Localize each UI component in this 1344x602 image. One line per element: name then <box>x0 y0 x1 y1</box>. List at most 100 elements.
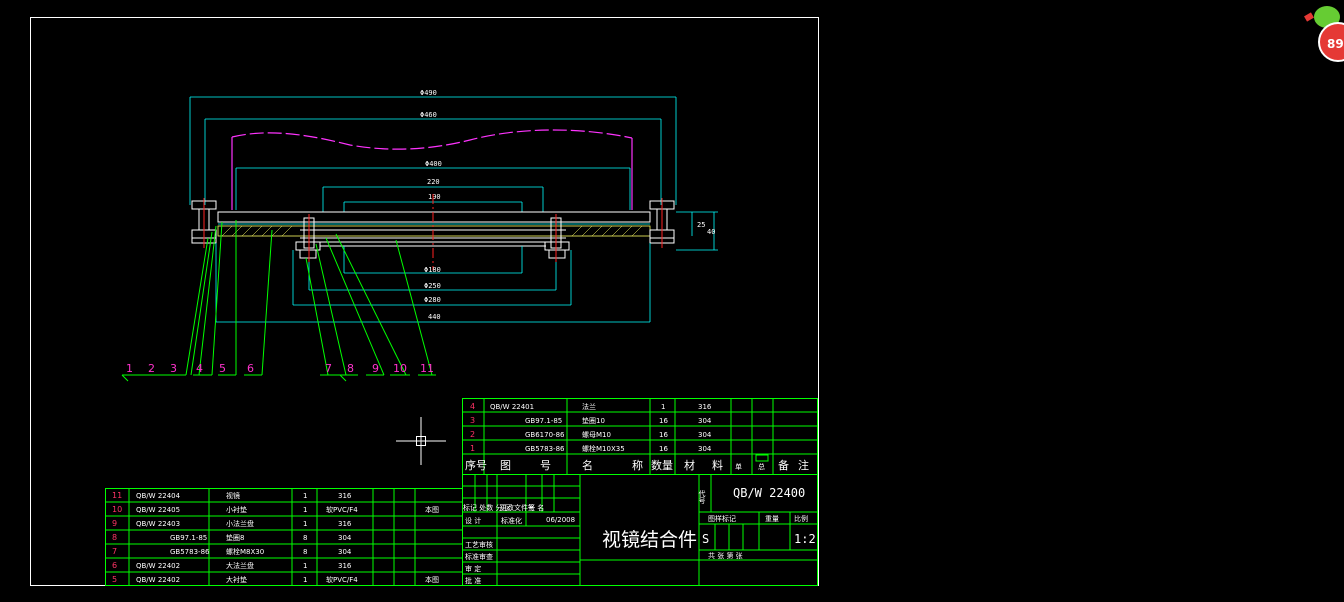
svg-text:304: 304 <box>338 534 352 542</box>
svg-text:1: 1 <box>303 506 307 514</box>
dim-220: 220 <box>427 178 440 186</box>
label-design: 设 计 <box>465 516 481 525</box>
list-item: 6 <box>112 561 117 570</box>
label-weight: 重量 <box>765 515 779 523</box>
svg-text:304: 304 <box>698 431 712 439</box>
list-item: 7 <box>112 547 117 556</box>
bom-header-code-b: 号 <box>540 459 551 472</box>
svg-text:大法兰盘: 大法兰盘 <box>226 561 254 570</box>
window-curve <box>231 129 633 150</box>
svg-text:QB/W 22405: QB/W 22405 <box>136 506 180 514</box>
bom-table-bottom[interactable] <box>105 488 463 586</box>
label-stage: 图样标记 <box>708 514 736 523</box>
svg-text:软PVC/F4: 软PVC/F4 <box>326 575 358 584</box>
svg-text:16: 16 <box>659 431 668 439</box>
label-check: 标准审查 <box>465 552 493 561</box>
svg-text:304: 304 <box>698 445 712 453</box>
dim-d180: Φ180 <box>424 266 441 274</box>
assembly-view[interactable]: Φ490 Φ460 Φ400 220 190 25 40 Φ180 Φ250 Φ… <box>121 89 718 382</box>
balloon-9: 9 <box>372 362 379 375</box>
dim-190: 190 <box>428 193 441 201</box>
svg-text:GB97.1-85: GB97.1-85 <box>170 534 207 542</box>
dim-d250: Φ250 <box>424 282 441 290</box>
list-item: 3 <box>470 416 475 425</box>
svg-text:16: 16 <box>659 417 668 425</box>
svg-text:QB/W 22401: QB/W 22401 <box>490 403 534 411</box>
list-item: 1 <box>470 444 475 453</box>
svg-text:小衬垫: 小衬垫 <box>226 505 247 514</box>
svg-text:螺栓M8X30: 螺栓M8X30 <box>226 547 264 556</box>
svg-text:螺母M10: 螺母M10 <box>582 430 611 439</box>
bom-header-mat-b: 料 <box>712 458 723 472</box>
svg-text:螺栓M10X35: 螺栓M10X35 <box>582 444 625 453</box>
svg-text:1: 1 <box>303 562 307 570</box>
bom-header-no: 序号 <box>465 458 487 472</box>
svg-text:软PVC/F4: 软PVC/F4 <box>326 505 358 514</box>
svg-text:304: 304 <box>698 417 712 425</box>
design-date: 06/2008 <box>546 516 575 524</box>
svg-text:本图: 本图 <box>425 505 439 514</box>
bom-header-qty: 数量 <box>651 459 673 472</box>
dim-d280: Φ280 <box>424 296 441 304</box>
svg-text:QB/W 22403: QB/W 22403 <box>136 520 180 528</box>
list-item: 11 <box>112 491 122 500</box>
dim-440: 440 <box>428 313 441 321</box>
dim-d400: Φ400 <box>425 160 442 168</box>
label-sheet: 共 张 第 张 <box>708 551 743 560</box>
svg-text:16: 16 <box>659 445 668 453</box>
list-item: 10 <box>112 505 122 514</box>
svg-text:GB6170-86: GB6170-86 <box>525 431 565 439</box>
label-process: 工艺审核 <box>465 540 493 549</box>
balloon-11: 11 <box>420 362 434 375</box>
crosshair-cursor-icon <box>396 417 446 465</box>
balloon-5: 5 <box>219 362 226 375</box>
list-item: 8 <box>112 533 117 542</box>
svg-text:法兰: 法兰 <box>582 402 596 411</box>
svg-text:1: 1 <box>303 492 307 500</box>
svg-text:QB/W 22402: QB/W 22402 <box>136 576 180 584</box>
bom-header-mat-a: 材 <box>684 458 695 472</box>
svg-text:本图: 本图 <box>425 575 439 584</box>
svg-text:316: 316 <box>338 562 352 570</box>
dim-h25: 25 <box>697 221 705 229</box>
list-item: 2 <box>470 430 475 439</box>
svg-text:大衬垫: 大衬垫 <box>226 575 247 584</box>
drawing-title: 视镜结合件 <box>602 529 697 551</box>
drawing-code: QB/W 22400 <box>733 486 805 500</box>
svg-text:小法兰盘: 小法兰盘 <box>226 519 254 528</box>
bom-header-name-a: 名 <box>582 458 593 472</box>
svg-text:垫圈10: 垫圈10 <box>582 416 605 425</box>
dim-h40: 40 <box>707 228 715 236</box>
bom-header-total: 总 <box>758 462 765 471</box>
code-label: 代号 <box>698 489 706 505</box>
bom-bottom-rows: 11 QB/W 22404 视镜 1 316 10 QB/W 22405 小衬垫… <box>112 491 439 584</box>
svg-text:316: 316 <box>338 492 352 500</box>
label-review: 审 定 <box>465 564 481 573</box>
dim-d490: Φ490 <box>420 89 437 97</box>
scale-value: 1:2 <box>794 532 816 546</box>
svg-text:GB5783-86: GB5783-86 <box>525 445 565 453</box>
svg-text:GB5783-86: GB5783-86 <box>170 548 210 556</box>
svg-text:304: 304 <box>338 548 352 556</box>
bom-header-note-a: 备 <box>778 458 789 472</box>
balloon-8: 8 <box>347 362 354 375</box>
stage-value: S <box>702 532 709 546</box>
balloon-7: 7 <box>325 362 332 375</box>
balloon-6: 6 <box>247 362 254 375</box>
svg-text:视镜: 视镜 <box>226 491 240 500</box>
bom-header-note-b: 注 <box>798 458 809 472</box>
list-item: 9 <box>112 519 117 528</box>
bom-header-unit: 单 <box>735 462 742 471</box>
balloon-1: 1 <box>126 362 133 375</box>
label-sign: 签 名 <box>528 503 544 512</box>
svg-text:GB97.1-85: GB97.1-85 <box>525 417 562 425</box>
bom-header-code-a: 图 <box>500 459 511 472</box>
svg-text:316: 316 <box>698 403 712 411</box>
svg-text:垫圈8: 垫圈8 <box>226 533 244 542</box>
svg-text:1: 1 <box>303 520 307 528</box>
cad-drawing-sheet[interactable]: Φ490 Φ460 Φ400 220 190 25 40 Φ180 Φ250 Φ… <box>0 0 1344 602</box>
balloon-2: 2 <box>148 362 155 375</box>
svg-text:QB/W 22402: QB/W 22402 <box>136 562 180 570</box>
balloon-3: 3 <box>170 362 177 375</box>
balloon-4: 4 <box>196 362 203 375</box>
